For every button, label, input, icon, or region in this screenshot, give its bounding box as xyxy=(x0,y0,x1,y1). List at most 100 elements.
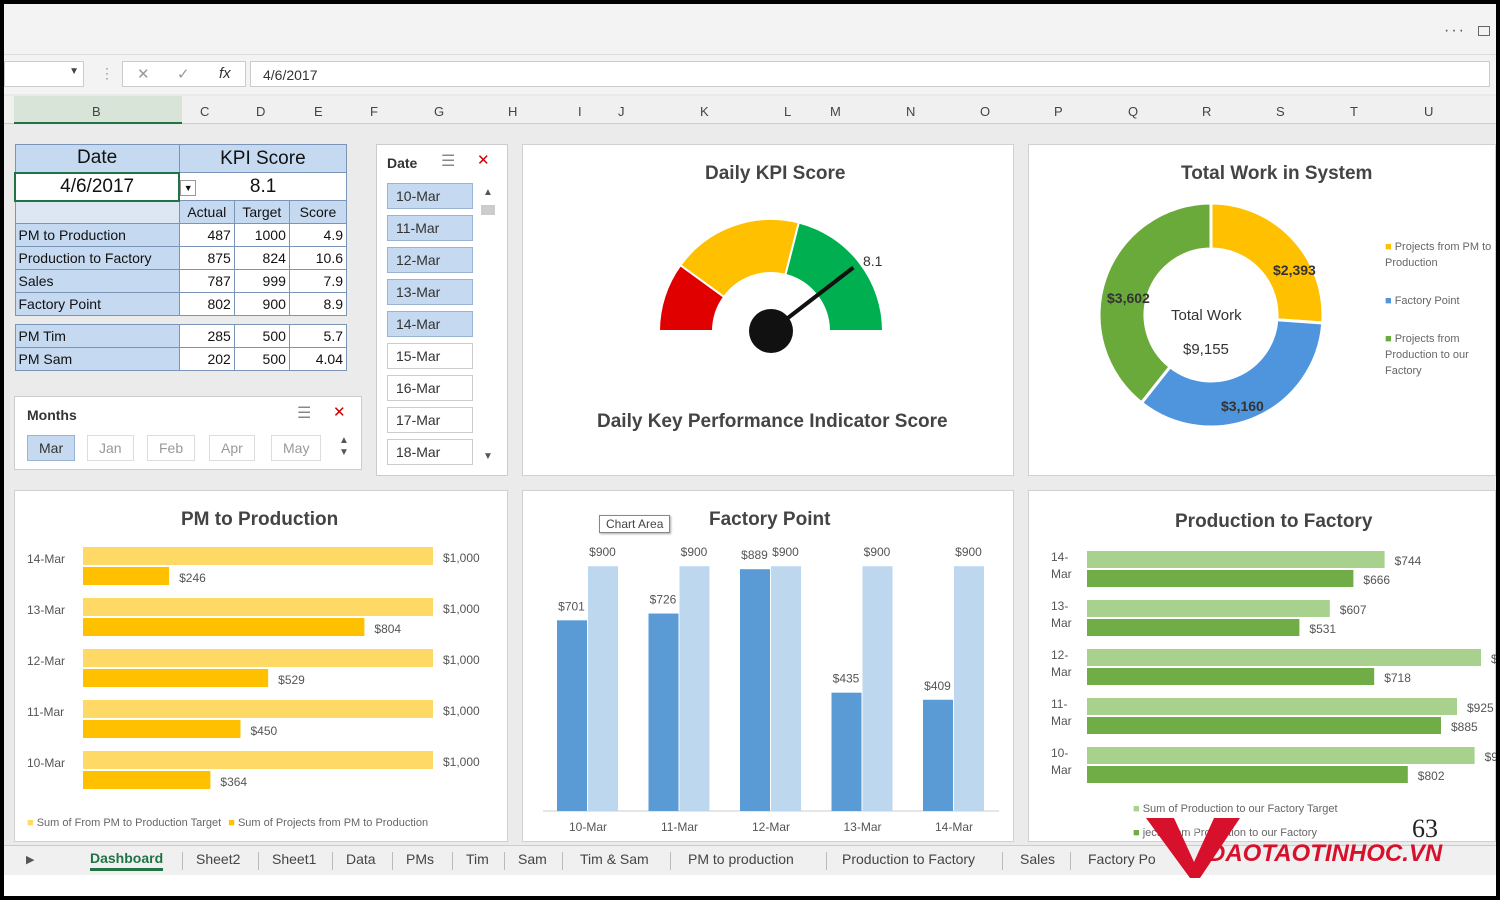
tab-dashboard[interactable]: Dashboard xyxy=(90,850,164,871)
scroll-thumb[interactable] xyxy=(481,205,495,215)
tab-sheet2[interactable]: Sheet2 xyxy=(196,851,240,867)
legend-text: Sum of Projects from PM to Production xyxy=(237,817,429,829)
tab-sales[interactable]: Sales xyxy=(1020,851,1055,867)
category-label: 14- xyxy=(1051,550,1068,564)
slicer-item-13-mar[interactable]: 13-Mar xyxy=(387,279,473,305)
factory-point-panel[interactable]: Chart Area Factory Point $701 $900 10-Mar $… xyxy=(522,490,1014,842)
column-header[interactable]: Q xyxy=(1128,104,1138,119)
multi-select-icon[interactable]: ☰ xyxy=(441,151,455,171)
column-header[interactable]: M xyxy=(830,104,841,119)
tab-sam[interactable]: Sam xyxy=(518,851,547,867)
column-header[interactable]: O xyxy=(980,104,990,119)
tab-pms[interactable]: PMs xyxy=(406,851,434,867)
row-label: Factory Point xyxy=(14,292,180,316)
column-header[interactable]: S xyxy=(1276,104,1285,119)
clear-filter-icon[interactable]: ✕ xyxy=(333,403,346,421)
column-header[interactable]: K xyxy=(700,104,709,119)
donut-panel[interactable]: Total Work in System $2,393 $3,160 $3,602 … xyxy=(1028,144,1496,476)
slicer-item-12-mar[interactable]: 12-Mar xyxy=(387,247,473,273)
function-icon[interactable]: fx xyxy=(219,65,231,82)
watermark: 63 DAOTAOTINHOC.VN xyxy=(1144,812,1489,884)
category-label: 10-Mar xyxy=(569,820,607,834)
column-header[interactable]: C xyxy=(200,104,209,119)
pm-to-production-panel[interactable]: PM to Production 14-Mar $1,000 $246 13-Mar $… xyxy=(14,490,508,842)
column-header[interactable]: U xyxy=(1424,104,1433,119)
data-label: $969 xyxy=(1485,750,1496,764)
formula-input[interactable]: 4/6/2017 xyxy=(250,61,1490,87)
column-header[interactable]: D xyxy=(256,104,265,119)
column-header[interactable]: P xyxy=(1054,104,1063,119)
multi-select-icon[interactable]: ☰ xyxy=(297,403,311,423)
scroll-down-icon[interactable]: ▼ xyxy=(483,451,493,462)
row-label: Sales xyxy=(14,269,180,293)
slicer-item-11-mar[interactable]: 11-Mar xyxy=(387,215,473,241)
slicer-item-feb[interactable]: Feb xyxy=(147,435,196,461)
confirm-icon[interactable]: ✓ xyxy=(177,65,190,83)
slicer-item-15-mar[interactable]: 15-Mar xyxy=(387,343,473,369)
column-header[interactable]: H xyxy=(508,104,517,119)
slicer-item-apr[interactable]: Apr xyxy=(209,435,255,461)
name-box[interactable]: ▼ xyxy=(4,61,84,87)
cancel-icon[interactable]: ✕ xyxy=(137,65,150,83)
bar xyxy=(771,566,801,811)
actual-cell: 875 xyxy=(178,246,235,270)
data-label: $900 xyxy=(955,545,982,559)
slicer-item-mar[interactable]: Mar xyxy=(27,435,76,461)
tab-sheet1[interactable]: Sheet1 xyxy=(272,851,316,867)
tab-tim-and-sam[interactable]: Tim & Sam xyxy=(580,851,649,867)
restore-window-icon[interactable] xyxy=(1478,26,1490,36)
donut-slice-label: $3,602 xyxy=(1107,290,1150,306)
column-header[interactable]: L xyxy=(784,104,791,119)
clear-filter-icon[interactable]: ✕ xyxy=(477,151,490,169)
data-label: $802 xyxy=(1418,769,1445,783)
tab-data[interactable]: Data xyxy=(346,851,376,867)
score-header: Score xyxy=(288,200,348,224)
scroll-arrows-icon[interactable]: ▲ ▼ xyxy=(339,435,349,459)
scroll-right-icon[interactable]: ▶ xyxy=(26,853,34,866)
slicer-item-18-mar[interactable]: 18-Mar xyxy=(387,439,473,465)
column-header[interactable]: R xyxy=(1202,104,1211,119)
bar xyxy=(83,669,269,687)
bar xyxy=(588,566,618,811)
date-cell[interactable]: 4/6/2017 ▼ xyxy=(13,171,197,202)
column-header[interactable]: F xyxy=(370,104,378,119)
target-cell: 500 xyxy=(233,324,290,348)
scroll-up-icon[interactable]: ▲ xyxy=(483,187,493,198)
data-label: $701 xyxy=(558,599,585,613)
blank-header xyxy=(14,200,180,224)
column-header[interactable]: T xyxy=(1350,104,1358,119)
legend-text: Projects from PM to Production xyxy=(1385,241,1492,269)
legend-text: Sum of From PM to Production Target xyxy=(36,817,222,829)
dropdown-icon[interactable]: ▼ xyxy=(180,179,197,196)
score-cell: 4.9 xyxy=(288,223,348,247)
slicer-item-14-mar[interactable]: 14-Mar xyxy=(387,311,473,337)
data-label: $718 xyxy=(1384,671,1411,685)
tab-tim[interactable]: Tim xyxy=(466,851,489,867)
column-header[interactable]: I xyxy=(578,104,582,119)
factory-point-chart: $701 $900 10-Mar $726 $900 11-Mar $889 $900 12-M… xyxy=(543,545,999,834)
data-label: $531 xyxy=(1309,622,1336,636)
column-header[interactable]: N xyxy=(906,104,915,119)
column-header[interactable]: B xyxy=(92,104,101,119)
slicer-item-may[interactable]: May xyxy=(271,435,322,461)
production-to-factory-panel[interactable]: Production to Factory 14- Mar $744 $666 13- M… xyxy=(1028,490,1496,842)
slicer-item-jan[interactable]: Jan xyxy=(87,435,134,461)
months-slicer-title: Months xyxy=(27,407,77,423)
column-header[interactable]: J xyxy=(618,104,625,119)
gauge-panel[interactable]: Daily KPI Score 8.1 Daily Key Performanc… xyxy=(522,144,1014,476)
more-options-icon[interactable]: ··· xyxy=(1444,22,1466,40)
tab-production-to-factory[interactable]: Production to Factory xyxy=(842,851,975,867)
tab-pm-to-production[interactable]: PM to production xyxy=(688,851,794,867)
column-header[interactable]: G xyxy=(434,104,444,119)
kpi-score-header: KPI Score xyxy=(178,144,348,173)
slicer-item-10-mar[interactable]: 10-Mar xyxy=(387,183,473,209)
row-label: Production to Factory xyxy=(14,246,180,270)
slicer-item-17-mar[interactable]: 17-Mar xyxy=(387,407,473,433)
column-header[interactable]: E xyxy=(314,104,323,119)
score-cell: 8.9 xyxy=(288,292,348,316)
category-label: 10- xyxy=(1051,746,1068,760)
chevron-down-icon[interactable]: ▼ xyxy=(69,66,79,77)
pm-to-production-chart: 14-Mar $1,000 $246 13-Mar $1,000 $804 12-Mar $1… xyxy=(27,547,480,789)
data-label: $889 xyxy=(741,548,768,562)
slicer-item-16-mar[interactable]: 16-Mar xyxy=(387,375,473,401)
